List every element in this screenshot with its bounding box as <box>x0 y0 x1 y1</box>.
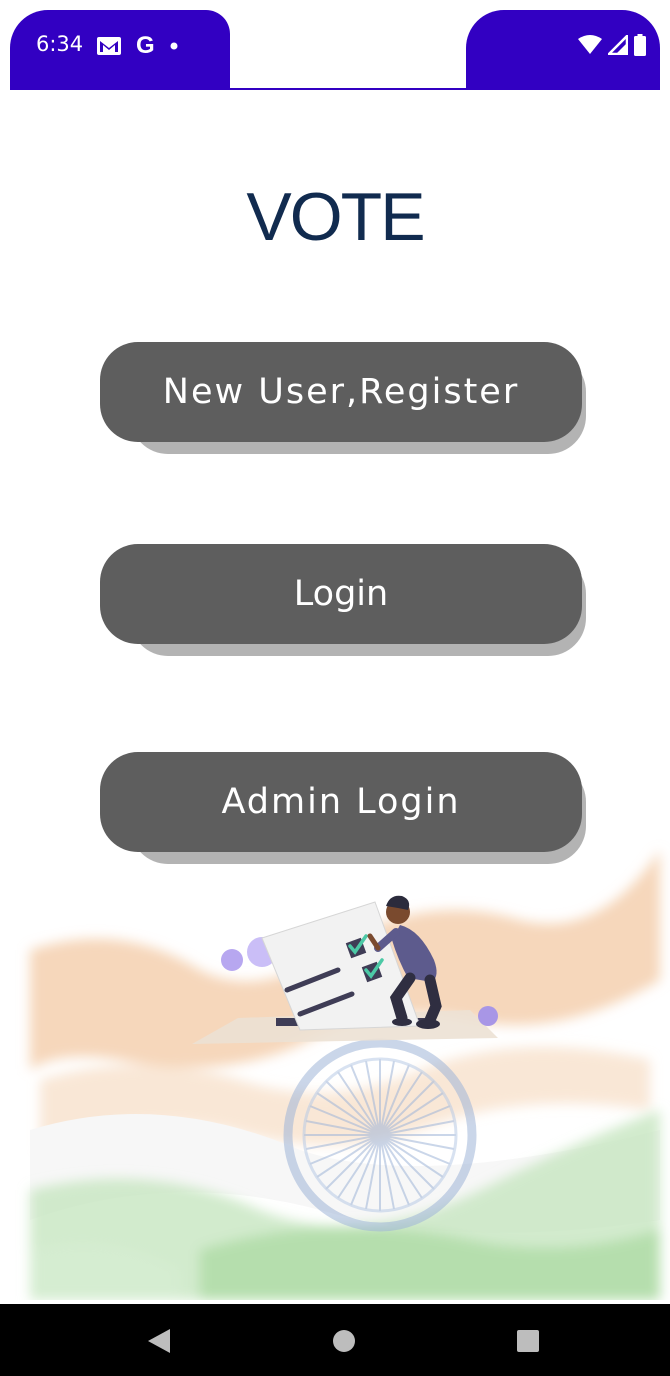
gmail-icon <box>97 37 121 55</box>
notification-icons: G <box>96 32 179 60</box>
wifi-icon <box>578 35 602 54</box>
back-icon[interactable] <box>146 1328 172 1354</box>
recents-icon[interactable] <box>516 1329 540 1353</box>
login-button[interactable]: Login <box>100 544 582 644</box>
app-title: VOTE <box>246 179 425 255</box>
notch-edge <box>230 88 466 90</box>
status-time: 6:34 <box>36 32 84 56</box>
home-icon[interactable] <box>332 1329 356 1353</box>
status-bar: 6:34 G <box>0 0 670 90</box>
navigation-bar <box>0 1304 670 1376</box>
signal-icon <box>608 35 628 55</box>
register-button-wrap: New User,Register <box>100 342 586 456</box>
system-icons <box>578 34 646 56</box>
voting-illustration <box>30 850 660 1300</box>
chakra-icon <box>283 1038 477 1232</box>
dot-icon <box>170 42 178 50</box>
google-icon: G <box>136 32 155 59</box>
battery-icon <box>634 34 646 56</box>
login-button-wrap: Login <box>100 544 586 658</box>
register-button[interactable]: New User,Register <box>100 342 582 442</box>
